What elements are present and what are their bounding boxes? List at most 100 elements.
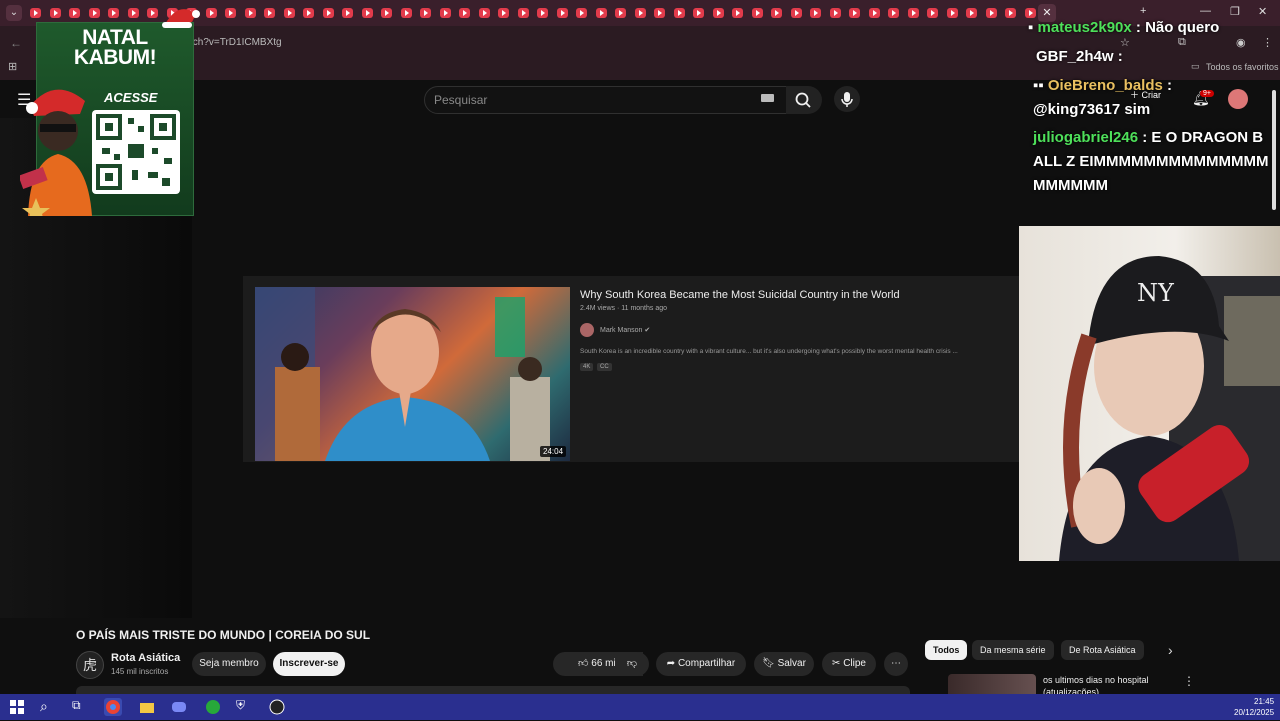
search-button[interactable] xyxy=(786,86,822,114)
youtube-tab-favicon[interactable] xyxy=(673,8,685,18)
youtube-tab-favicon[interactable] xyxy=(283,8,295,18)
youtube-tab-favicon[interactable] xyxy=(595,8,607,18)
youtube-tab-favicon[interactable] xyxy=(654,8,665,18)
youtube-tab-favicon[interactable] xyxy=(439,8,451,18)
chat-scrollbar[interactable] xyxy=(1272,90,1276,210)
apps-grid-icon[interactable]: ⊞ xyxy=(8,60,17,73)
badge-icon: ▪ xyxy=(1028,19,1038,36)
security-shield-icon[interactable]: ⛨ xyxy=(236,698,254,716)
youtube-tab-favicon[interactable] xyxy=(322,8,334,18)
youtube-tab-favicon[interactable] xyxy=(693,8,704,18)
search-icon[interactable]: ⌕ xyxy=(40,698,58,716)
join-button[interactable]: Seja membro xyxy=(192,652,266,676)
embedded-result-meta: 2.4M views · 11 months ago xyxy=(580,305,668,312)
youtube-tab-favicon[interactable] xyxy=(342,8,353,18)
recommendation-thumbnail[interactable] xyxy=(948,674,1036,696)
youtube-tab-favicon[interactable] xyxy=(127,8,139,18)
windows-start-icon[interactable] xyxy=(8,698,26,716)
youtube-tab-favicon[interactable] xyxy=(966,8,977,18)
obs-icon[interactable] xyxy=(268,698,286,716)
youtube-tab-favicon[interactable] xyxy=(732,8,743,18)
embedded-channel-name-text: Mark Manson xyxy=(600,327,643,334)
youtube-tab-favicon[interactable] xyxy=(615,8,626,18)
youtube-tab-favicon[interactable] xyxy=(400,8,412,18)
url-field[interactable]: tch?v=TrD1ICMBXtg xyxy=(190,37,282,48)
youtube-tab-favicon[interactable] xyxy=(576,8,587,18)
clock-time: 21:45 xyxy=(1254,697,1275,706)
chrome-taskbar-icon[interactable] xyxy=(104,698,122,716)
recommendation-menu-icon[interactable]: ⋮ xyxy=(1183,674,1195,688)
youtube-tab-favicon[interactable] xyxy=(303,8,314,18)
youtube-tab-favicon[interactable] xyxy=(225,8,236,18)
youtube-tab-favicon[interactable] xyxy=(517,8,529,18)
voice-search-button[interactable] xyxy=(834,86,860,112)
youtube-tab-favicon[interactable] xyxy=(30,8,41,18)
youtube-tab-favicon[interactable] xyxy=(810,8,821,18)
youtube-tab-favicon[interactable] xyxy=(69,8,80,18)
youtube-tab-favicon[interactable] xyxy=(459,8,470,18)
youtube-tab-favicon[interactable] xyxy=(1005,8,1016,18)
xbox-icon[interactable] xyxy=(204,698,222,716)
youtube-tab-favicon[interactable] xyxy=(478,8,490,18)
streamer-webcam: NY xyxy=(1019,226,1280,561)
embedded-result-title[interactable]: Why South Korea Became the Most Suicidal… xyxy=(580,289,900,301)
youtube-tab-favicon[interactable] xyxy=(751,8,763,18)
youtube-tab-favicon[interactable] xyxy=(49,8,61,18)
dislike-button[interactable]: 👎︎ xyxy=(615,652,649,676)
thumbs-up-icon: 👍︎ xyxy=(578,658,592,669)
santa-hat-icon xyxy=(162,9,200,28)
youtube-tab-favicon[interactable] xyxy=(868,8,880,18)
youtube-tab-favicon[interactable] xyxy=(498,8,509,18)
youtube-tab-favicon[interactable] xyxy=(712,8,724,18)
description-box[interactable] xyxy=(76,686,910,694)
embedded-channel-avatar[interactable] xyxy=(580,323,594,337)
more-actions-icon[interactable]: ⋯ xyxy=(884,652,908,676)
save-button[interactable]: 🔖︎ Salvar xyxy=(754,652,814,676)
youtube-tab-favicon[interactable] xyxy=(381,8,392,18)
youtube-tab-favicon[interactable] xyxy=(888,8,899,18)
tab-search-icon[interactable]: ⌄ xyxy=(6,5,22,21)
youtube-tab-favicon[interactable] xyxy=(108,8,119,18)
channel-avatar[interactable]: 虎 xyxy=(76,651,104,679)
taskbar-clock[interactable]: 21:45 20/12/2025 xyxy=(1234,696,1274,718)
chip-from-channel[interactable]: De Rota Asiática xyxy=(1061,640,1144,660)
youtube-tab-favicon[interactable] xyxy=(205,8,217,18)
chat-message: GBF_2h4w : xyxy=(1036,48,1123,65)
youtube-tab-favicon[interactable] xyxy=(361,8,373,18)
discord-icon[interactable] xyxy=(170,698,188,716)
chevron-right-icon[interactable]: › xyxy=(1168,642,1173,658)
channel-name[interactable]: Rota Asiática xyxy=(111,652,180,664)
chat-username: GBF_2h4w xyxy=(1036,48,1114,65)
chat-username: juliogabriel246 xyxy=(1033,129,1139,146)
embedded-channel-name[interactable]: Mark Manson ✔ xyxy=(600,326,650,334)
verified-check-icon: ✔ xyxy=(644,327,651,334)
recommendation-title[interactable]: os ultimos dias no hospital (atualizaçõe… xyxy=(1043,674,1173,694)
keyboard-icon[interactable] xyxy=(761,94,774,102)
chip-same-series[interactable]: Da mesma série xyxy=(972,640,1054,660)
file-explorer-icon[interactable] xyxy=(138,698,156,716)
youtube-tab-favicon[interactable] xyxy=(244,8,256,18)
youtube-tab-favicon[interactable] xyxy=(88,8,100,18)
youtube-tab-favicon[interactable] xyxy=(927,8,938,18)
youtube-tab-favicon[interactable] xyxy=(264,8,275,18)
youtube-tab-favicon[interactable] xyxy=(985,8,997,18)
subscribe-button[interactable]: Inscrever-se xyxy=(273,652,345,676)
youtube-tab-favicon[interactable] xyxy=(556,8,568,18)
share-button[interactable]: ➦ Compartilhar xyxy=(656,652,746,676)
youtube-tab-favicon[interactable] xyxy=(634,8,646,18)
chip-all[interactable]: Todos xyxy=(925,640,968,660)
youtube-tab-favicon[interactable] xyxy=(147,8,158,18)
youtube-tab-favicon[interactable] xyxy=(790,8,802,18)
youtube-tab-favicon[interactable] xyxy=(946,8,958,18)
clip-button[interactable]: ✂ Clipe xyxy=(822,652,876,676)
youtube-tab-favicon[interactable] xyxy=(420,8,431,18)
youtube-tab-favicon[interactable] xyxy=(829,8,841,18)
youtube-tab-favicon[interactable] xyxy=(771,8,782,18)
youtube-tab-favicon[interactable] xyxy=(537,8,548,18)
task-view-icon[interactable]: ⧉ xyxy=(72,698,90,716)
embedded-result-thumbnail[interactable] xyxy=(255,287,570,461)
youtube-tab-favicon[interactable] xyxy=(907,8,919,18)
thumbnail-scene xyxy=(255,287,550,461)
back-icon[interactable]: ← xyxy=(10,36,22,50)
youtube-tab-favicon[interactable] xyxy=(849,8,860,18)
